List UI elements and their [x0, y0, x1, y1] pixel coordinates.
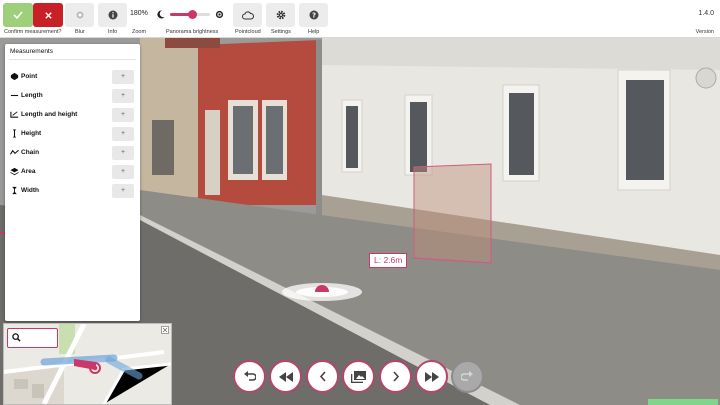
width-icon — [12, 186, 17, 195]
settings-label: Settings — [271, 29, 291, 35]
measure-label-length-height: Length and height — [21, 111, 78, 118]
cancel-button[interactable] — [33, 3, 63, 27]
close-icon — [44, 11, 52, 19]
measure-label-length: Length — [21, 92, 43, 99]
blur-button[interactable] — [65, 3, 94, 27]
measure-point-row[interactable]: Point + — [5, 69, 140, 85]
measure-width-row[interactable]: Width + — [5, 183, 140, 199]
zoom-value: 180% — [130, 10, 148, 17]
confirm-label: Confirm measurement? — [4, 29, 62, 35]
blur-label: Blur — [75, 29, 85, 35]
undo-button[interactable] — [233, 360, 266, 393]
panel-title: Measurements — [10, 48, 53, 55]
version-number: 1.4.0 — [698, 10, 714, 17]
add-point-button[interactable]: + — [112, 70, 134, 84]
chain-icon — [10, 149, 19, 155]
forward-icon — [392, 371, 399, 382]
pointcloud-button[interactable] — [233, 3, 262, 27]
add-length-height-button[interactable]: + — [112, 108, 134, 122]
sun-icon — [215, 10, 224, 19]
point-icon — [10, 72, 19, 81]
svg-text:?: ? — [311, 12, 315, 20]
length-icon — [10, 94, 19, 97]
confirm-button[interactable] — [3, 3, 33, 27]
undo-icon — [244, 371, 256, 381]
area-icon — [10, 167, 19, 176]
help-label: Help — [308, 29, 320, 35]
help-button[interactable]: ? — [299, 3, 328, 27]
moon-icon — [157, 10, 165, 19]
measure-area-row[interactable]: Area + — [5, 164, 140, 180]
gear-icon — [276, 10, 285, 20]
info-label: Info — [108, 29, 118, 35]
map-search-input[interactable] — [7, 328, 58, 348]
checkmark-icon — [13, 11, 23, 20]
length-height-icon — [10, 111, 19, 118]
fast-forward-button[interactable] — [415, 360, 448, 393]
brightness-slider[interactable] — [170, 10, 210, 19]
top-toolbar: Confirm measurement? Blur Info 180% Zoom… — [0, 0, 720, 38]
add-area-button[interactable]: + — [112, 165, 134, 179]
redo-button[interactable] — [451, 360, 484, 393]
measure-height-row[interactable]: Height + — [5, 126, 140, 142]
measurement-length-label[interactable]: L: 2.6m — [369, 253, 408, 268]
gallery-icon — [351, 370, 366, 383]
measure-label-point: Point — [21, 73, 38, 80]
measure-label-height: Height — [21, 130, 42, 137]
info-button[interactable] — [98, 3, 127, 27]
minimap[interactable] — [3, 323, 172, 405]
add-length-button[interactable]: + — [112, 89, 134, 103]
gallery-button[interactable] — [342, 360, 375, 393]
measure-length-row[interactable]: Length + — [5, 88, 140, 104]
add-height-button[interactable]: + — [112, 127, 134, 141]
fast-forward-icon — [424, 371, 439, 382]
zoom-label: Zoom — [132, 29, 147, 35]
height-icon — [13, 129, 16, 138]
info-icon — [108, 10, 117, 20]
blur-icon — [76, 11, 83, 19]
add-chain-button[interactable]: + — [112, 146, 134, 160]
version-label: Version — [695, 29, 714, 35]
measure-chain-row[interactable]: Chain + — [5, 145, 140, 161]
help-icon: ? — [309, 10, 318, 20]
search-icon — [12, 333, 21, 342]
expand-icon[interactable] — [161, 326, 169, 334]
cloud-icon — [241, 10, 254, 19]
back-button[interactable] — [306, 360, 339, 393]
forward-button[interactable] — [379, 360, 412, 393]
pointcloud-label: Pointcloud — [235, 29, 261, 35]
settings-button[interactable] — [266, 3, 295, 27]
divider — [9, 59, 136, 60]
back-icon — [319, 371, 326, 382]
brightness-handle[interactable] — [187, 10, 197, 19]
measure-label-width: Width — [21, 187, 39, 194]
fast-back-icon — [278, 371, 293, 382]
redo-icon — [461, 371, 473, 381]
fast-back-button[interactable] — [269, 360, 302, 393]
loading-progress-bar — [648, 399, 718, 405]
measure-label-area: Area — [21, 168, 36, 175]
measure-length-height-row[interactable]: Length and height + — [5, 107, 140, 123]
add-width-button[interactable]: + — [112, 184, 134, 198]
measure-label-chain: Chain — [21, 149, 40, 156]
measurements-panel: Measurements Point + Length + Length and… — [5, 44, 140, 321]
brightness-label: Panorama brightness — [166, 29, 219, 35]
